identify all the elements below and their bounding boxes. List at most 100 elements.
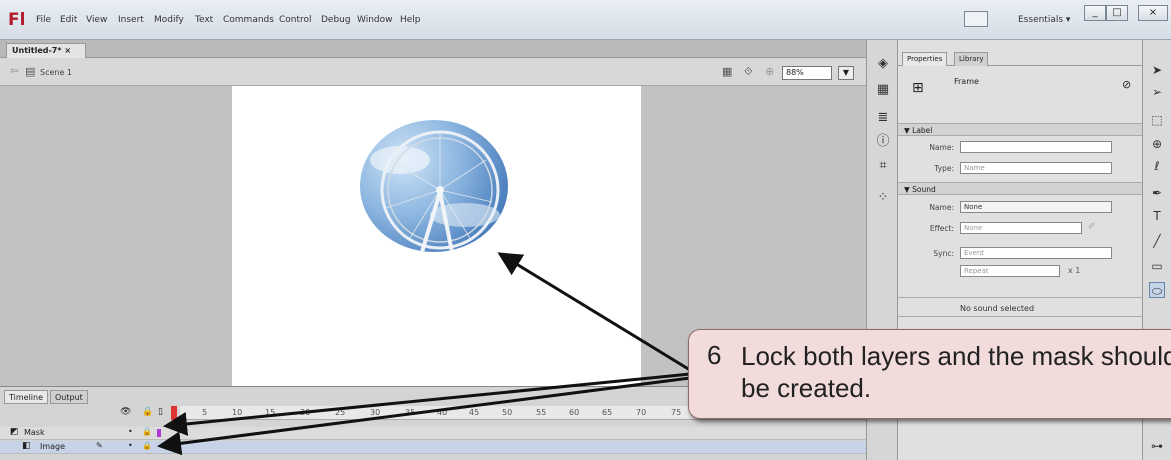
- frame-name-input[interactable]: [960, 141, 1112, 153]
- flash-logo: Fl: [8, 10, 26, 30]
- transform-icon[interactable]: ⌗: [875, 158, 891, 174]
- step-number: 6: [707, 340, 722, 370]
- repeat-select[interactable]: Repeat: [960, 265, 1060, 277]
- oval-tool-icon[interactable]: ⬭: [1149, 282, 1165, 298]
- tab-timeline[interactable]: Timeline: [4, 390, 49, 404]
- layer-color-swatch[interactable]: [157, 429, 161, 437]
- masked-layer-icon: ◧: [22, 441, 31, 451]
- sync-select[interactable]: Event: [960, 247, 1112, 259]
- edit-envelope-icon[interactable]: ✐: [1088, 222, 1096, 232]
- visible-dot-icon[interactable]: •: [128, 427, 133, 436]
- lock-all-icon[interactable]: 🔒: [142, 407, 153, 417]
- step-text: Lock both layers and the mask should be …: [741, 341, 1171, 403]
- frame-number: 70: [636, 408, 647, 417]
- motion-presets-icon[interactable]: ⁘: [875, 190, 891, 206]
- zoom-dropdown-icon[interactable]: ▼: [838, 66, 854, 80]
- frame-icon: ⊞: [912, 80, 924, 96]
- pencil-icon: ✎: [96, 441, 103, 450]
- layer-row-mask[interactable]: ◩ Mask • 🔒: [0, 427, 866, 440]
- edit-scene-icon[interactable]: ▦: [722, 65, 732, 78]
- bone-tool-icon[interactable]: ⊶: [1149, 438, 1165, 454]
- label-section-header[interactable]: ▼ Label: [898, 123, 1142, 136]
- properties-tabs: Properties Library: [898, 50, 1142, 66]
- workspace-switcher[interactable]: Essentials ▾: [1018, 15, 1070, 25]
- menu-insert[interactable]: Insert: [118, 15, 144, 25]
- name-label: Name:: [929, 143, 954, 152]
- frame-number: 25: [335, 408, 346, 417]
- frame-number: 75: [671, 408, 682, 417]
- menu-debug[interactable]: Debug: [321, 15, 351, 25]
- frame-number: 50: [502, 408, 513, 417]
- scene-icon: ▤: [25, 65, 36, 78]
- close-button[interactable]: ×: [1138, 5, 1168, 21]
- sound-name-label: Name:: [929, 203, 954, 212]
- no-sound-text: No sound selected: [960, 304, 1035, 313]
- 3d-rotation-tool-icon[interactable]: ⊕: [1149, 136, 1165, 152]
- workspace-icon[interactable]: [964, 11, 988, 27]
- info-icon[interactable]: ⓘ: [875, 134, 891, 150]
- lock-icon[interactable]: 🔒: [142, 441, 152, 450]
- selection-tool-icon[interactable]: ➤: [1149, 62, 1165, 78]
- rectangle-tool-icon[interactable]: ▭: [1149, 258, 1165, 274]
- instruction-callout: 6 Lock both layers and the mask should b…: [688, 329, 1171, 419]
- tab-library[interactable]: Library: [954, 52, 989, 66]
- menu-commands[interactable]: Commands: [223, 15, 274, 25]
- document-tab[interactable]: Untitled-7* ×: [6, 43, 86, 58]
- subselection-tool-icon[interactable]: ➢: [1149, 84, 1165, 100]
- help-icon[interactable]: ⊘: [1122, 78, 1131, 91]
- back-arrow-icon[interactable]: ⇦: [10, 66, 18, 77]
- effect-select[interactable]: None: [960, 222, 1082, 234]
- layer-name[interactable]: Image: [40, 442, 65, 451]
- label-type-select[interactable]: Name: [960, 162, 1112, 174]
- sync-label: Sync:: [933, 249, 954, 258]
- menu-control[interactable]: Control: [279, 15, 312, 25]
- menu-view[interactable]: View: [86, 15, 107, 25]
- frame-number: 45: [469, 408, 480, 417]
- show-hide-icon[interactable]: 👁: [120, 407, 131, 417]
- tab-output[interactable]: Output: [50, 390, 88, 404]
- align-icon[interactable]: ≣: [875, 110, 891, 126]
- document-tab-bar: Untitled-7* ×: [0, 40, 866, 58]
- pen-tool-icon[interactable]: ✒: [1149, 185, 1165, 201]
- ferris-wheel-photo: [370, 130, 500, 252]
- tab-properties[interactable]: Properties: [902, 52, 948, 66]
- sound-name-select[interactable]: None: [960, 201, 1112, 213]
- frame-number: 10: [232, 408, 243, 417]
- masked-image[interactable]: [360, 120, 508, 252]
- menu-help[interactable]: Help: [400, 15, 421, 25]
- lasso-tool-icon[interactable]: ℓ: [1149, 158, 1165, 174]
- text-tool-icon[interactable]: T: [1149, 208, 1165, 224]
- swatches-icon[interactable]: ▦: [875, 82, 891, 98]
- menu-edit[interactable]: Edit: [60, 15, 77, 25]
- menu-modify[interactable]: Modify: [154, 15, 184, 25]
- frame-number: 65: [602, 408, 613, 417]
- line-tool-icon[interactable]: ╱: [1149, 233, 1165, 249]
- zoom-field[interactable]: 88%: [782, 66, 832, 80]
- type-label: Type:: [934, 164, 954, 173]
- effect-label: Effect:: [929, 224, 954, 233]
- layer-row-image[interactable]: ◧ Image ✎ • 🔒: [0, 441, 866, 454]
- frame-number: 35: [405, 408, 416, 417]
- maximize-button[interactable]: □: [1106, 5, 1128, 21]
- mask-layer-icon: ◩: [10, 427, 19, 437]
- visible-dot-icon[interactable]: •: [128, 441, 133, 450]
- minimize-button[interactable]: _: [1084, 5, 1106, 21]
- menu-file[interactable]: File: [36, 15, 51, 25]
- layer-name[interactable]: Mask: [24, 428, 45, 437]
- repeat-count[interactable]: x 1: [1068, 266, 1080, 275]
- edit-symbol-icon[interactable]: ⟐: [744, 65, 753, 79]
- scene-label[interactable]: Scene 1: [40, 68, 72, 77]
- lock-icon[interactable]: 🔒: [142, 427, 152, 436]
- playhead[interactable]: [171, 406, 177, 420]
- free-transform-tool-icon[interactable]: ⬚: [1149, 112, 1165, 128]
- color-icon[interactable]: ◈: [875, 56, 891, 72]
- menu-window[interactable]: Window: [357, 15, 393, 25]
- snap-icon[interactable]: ⊕: [765, 65, 774, 78]
- property-type: Frame: [954, 77, 979, 86]
- menu-text[interactable]: Text: [195, 15, 213, 25]
- sound-section-header[interactable]: ▼ Sound: [898, 182, 1142, 195]
- frame-number: 60: [569, 408, 580, 417]
- frame-number: 5: [202, 408, 208, 417]
- outline-icon[interactable]: ▯: [158, 407, 163, 417]
- edit-bar: ⇦ ▤ Scene 1 ▦ ⟐ ⊕ 88% ▼: [0, 58, 866, 86]
